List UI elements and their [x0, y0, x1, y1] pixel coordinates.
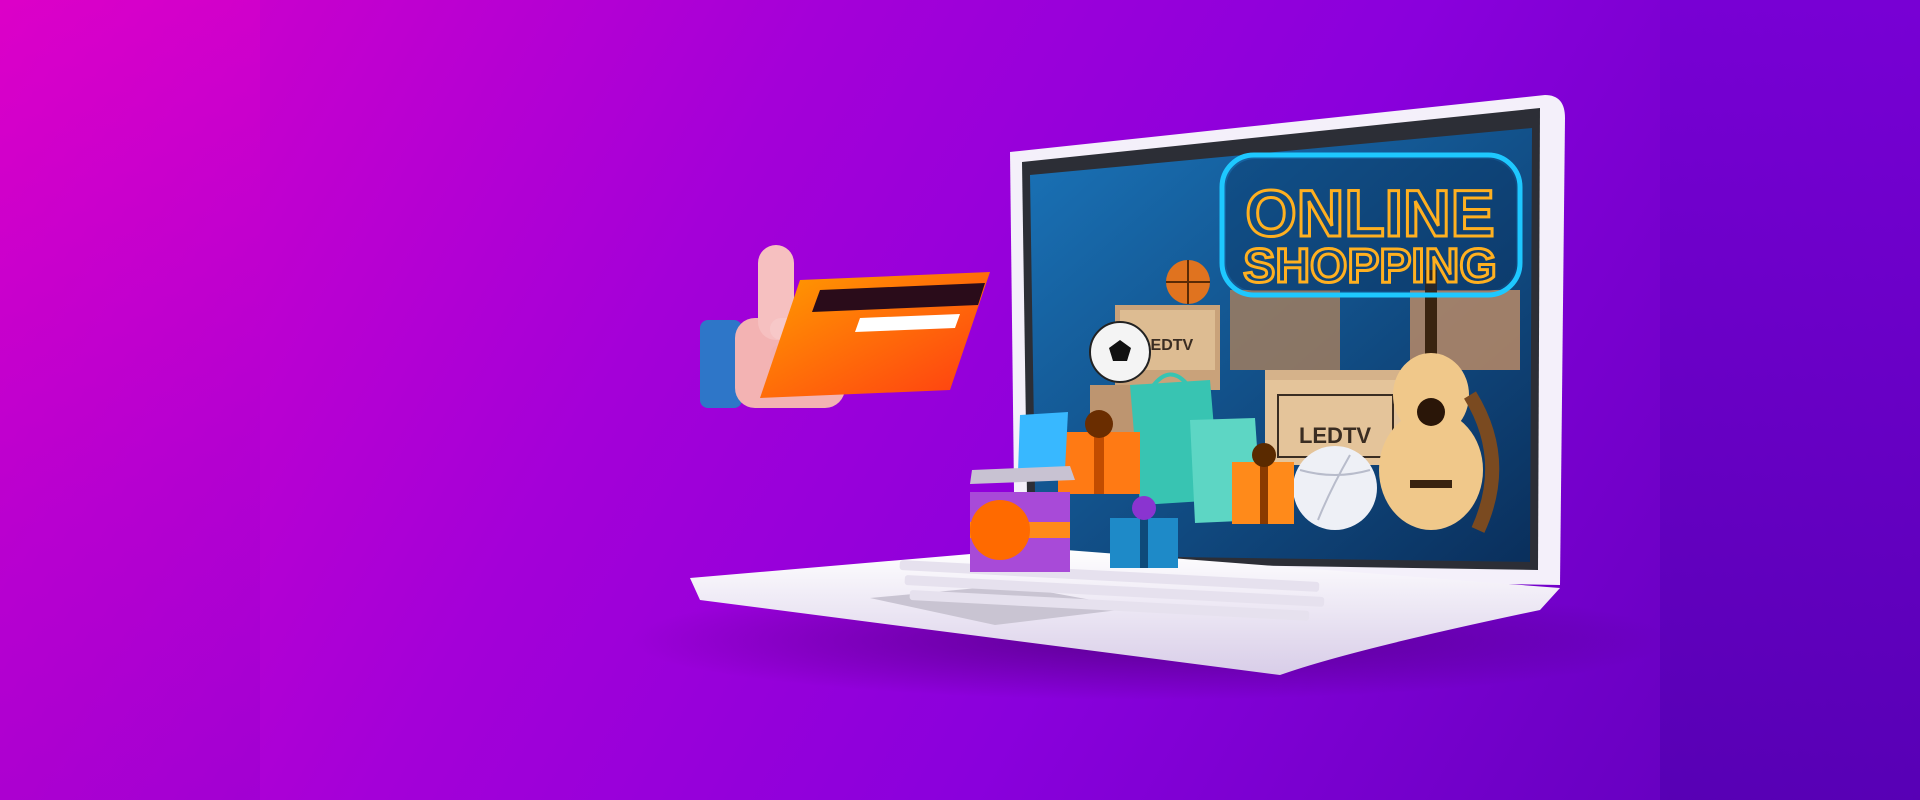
neon-sign-line2: SHOPPING [1243, 240, 1496, 293]
mini-laptop [1018, 412, 1068, 472]
tv-box-label: LEDTV [1299, 423, 1371, 448]
volleyball-icon [1293, 446, 1377, 530]
online-shopping-neon-sign: ONLINE SHOPPING [1219, 152, 1523, 298]
hero-illustration: LEDTV LEDTV ONLINE SHOPPING [630, 95, 1670, 700]
credit-card-icon [760, 272, 990, 398]
neon-sign-line1: ONLINE [1245, 176, 1494, 250]
